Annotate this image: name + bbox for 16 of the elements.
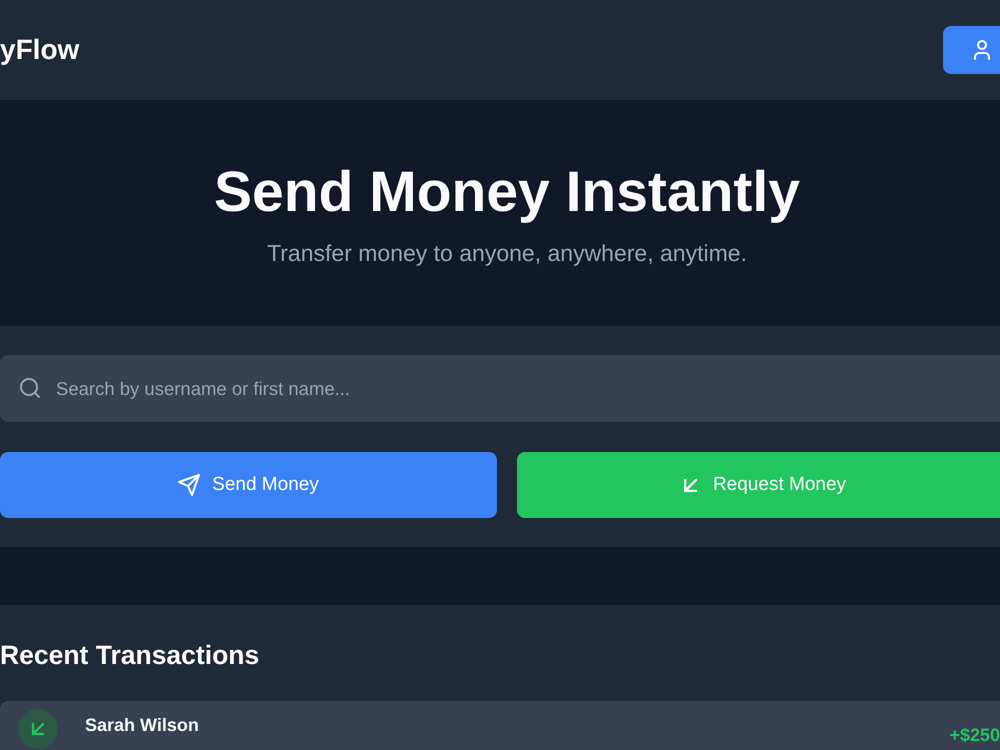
profile-button[interactable] <box>943 26 1000 74</box>
hero-title: Send Money Instantly <box>214 159 800 225</box>
paper-plane-icon <box>178 474 200 496</box>
send-money-button[interactable]: Send Money <box>0 452 497 518</box>
hero-subtitle: Transfer money to anyone, anywhere, anytime. <box>267 239 747 267</box>
section-title: Recent Transactions <box>0 639 260 672</box>
search-field[interactable]: Search by username or first name... <box>0 355 1000 422</box>
transaction-amount: +$250 <box>949 724 1000 747</box>
request-money-button[interactable]: Request Money <box>517 452 1000 518</box>
user-icon <box>974 40 990 60</box>
contact-name: Sarah Wilson <box>85 714 199 737</box>
arrow-down-left-icon <box>684 478 697 492</box>
transaction-row[interactable]: Sarah Wilson +$250 <box>0 701 1000 750</box>
search-icon <box>20 378 40 398</box>
arrow-down-left-icon <box>18 709 58 749</box>
app-logo: yFlow <box>0 34 80 66</box>
